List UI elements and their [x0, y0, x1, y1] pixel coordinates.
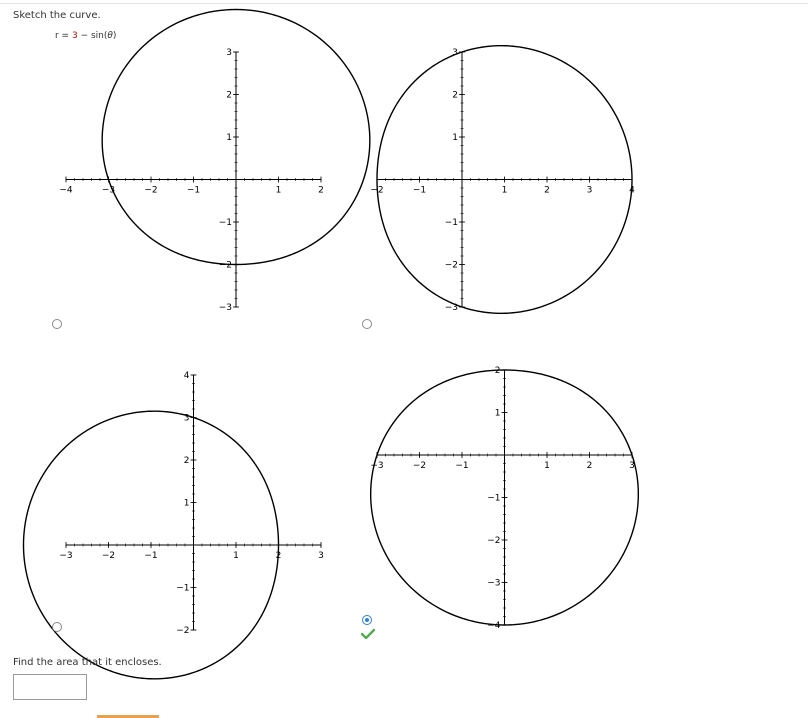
top-divider: [0, 3, 808, 4]
x-tick-label: 3: [318, 551, 324, 561]
polar-plot: −3 −2 −1 1 2 34321−1−2: [22, 371, 324, 680]
option-c-graph: −3 −2 −1 1 2 3 4 3 2 1 −1 −2: [22, 371, 328, 680]
option-a-graph: −4 −3 −2 −1 1 2 3 2 1 −1 −2 −3: [59, 8, 371, 322]
x-tick-label: 2: [318, 186, 324, 196]
y-tick-label: 4: [184, 371, 190, 381]
x-tick-label: −3: [59, 551, 72, 561]
y-tick-label: 3: [226, 48, 232, 58]
y-tick-label: 1: [226, 133, 232, 143]
y-tick-label: 1: [184, 499, 190, 509]
x-tick-label: 1: [544, 461, 550, 471]
y-tick-label: −1: [219, 218, 232, 228]
y-tick-label: −1: [487, 494, 500, 504]
x-tick-label: 1: [233, 551, 239, 561]
x-tick-label: 2: [544, 186, 550, 196]
y-tick-label: 1: [452, 133, 458, 143]
x-tick-label: 3: [587, 186, 593, 196]
x-tick-label: −3: [370, 461, 383, 471]
x-tick-label: 1: [276, 186, 282, 196]
option-b-radio[interactable]: [362, 319, 372, 329]
x-tick-label: −1: [413, 186, 426, 196]
y-tick-label: −2: [445, 261, 458, 271]
equation-rest: − sin(: [77, 31, 108, 41]
x-tick-label: −2: [413, 461, 426, 471]
y-tick-label: −1: [445, 218, 458, 228]
y-tick-label: −3: [219, 303, 232, 313]
check-icon: [361, 629, 375, 639]
x-tick-label: −2: [102, 551, 115, 561]
y-tick-label: 2: [452, 91, 458, 101]
y-tick-label: −2: [487, 536, 500, 546]
question-instruction: Sketch the curve.: [13, 10, 101, 21]
x-tick-label: 2: [587, 461, 593, 471]
option-a-radio[interactable]: [52, 319, 62, 329]
x-tick-label: −1: [187, 186, 200, 196]
option-b-graph: −2 −1 1 2 3 4 3 2 1 −1 −2 −3: [370, 44, 639, 322]
equation-close: ): [112, 31, 117, 41]
y-tick-label: −1: [176, 584, 189, 594]
polar-plot: −2 −1 1 2 3 4321−1−2−3: [370, 44, 635, 315]
x-tick-label: −4: [59, 186, 73, 196]
option-c-radio[interactable]: [52, 622, 62, 632]
y-tick-label: 2: [226, 91, 232, 101]
area-question-label: Find the area that it encloses.: [13, 657, 162, 668]
x-tick-label: −1: [144, 551, 157, 561]
y-tick-label: 2: [184, 456, 190, 466]
curve-equation: r = 3 − sin(θ): [55, 31, 116, 41]
area-answer-input[interactable]: [13, 674, 87, 700]
polar-plot: −3 −2 −1 1 2 321−1−2−3−4: [369, 366, 640, 631]
x-tick-label: −1: [455, 461, 468, 471]
x-tick-label: 1: [502, 186, 508, 196]
y-tick-label: 2: [495, 366, 501, 376]
option-d-graph: −3 −2 −1 1 2 3 2 1 −1 −2 −3 −4: [369, 366, 640, 640]
y-tick-label: −4: [487, 621, 501, 631]
polar-plot: −4 −3 −2 −1 1 2321−1−2−3: [59, 8, 371, 313]
option-d-radio[interactable]: [362, 615, 372, 625]
y-tick-label: −2: [219, 261, 232, 271]
y-tick-label: −3: [487, 579, 500, 589]
y-tick-label: 1: [495, 409, 501, 419]
y-tick-label: −2: [176, 626, 189, 636]
equation-lhs: r =: [55, 31, 72, 41]
x-tick-label: −2: [144, 186, 157, 196]
